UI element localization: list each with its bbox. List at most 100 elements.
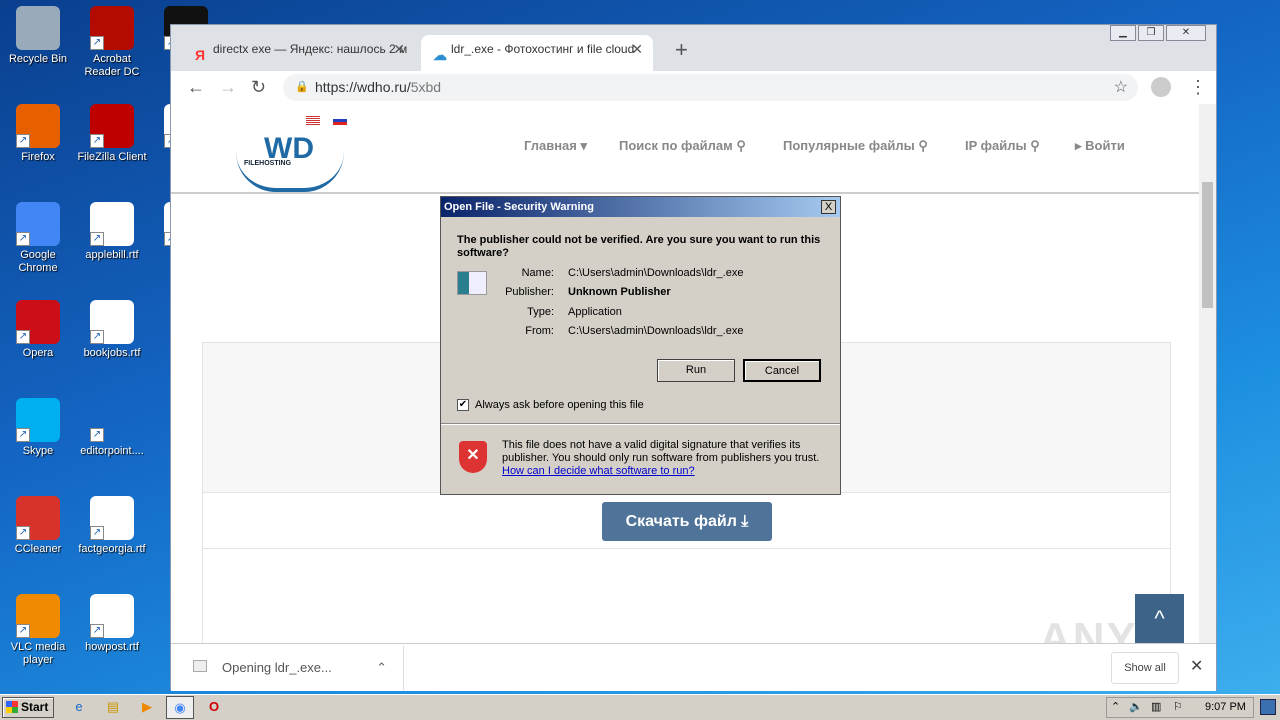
content-row [202, 549, 1171, 643]
site-header: WD FILEHOSTING Главная ▾ Поиск по файлам… [171, 104, 1201, 194]
nav-login[interactable]: ▸ Войти [1075, 138, 1125, 154]
system-tray: ⌃ 🔈 ▥ ⚐ 9:07 PM [1106, 697, 1254, 718]
desktop-icon[interactable]: ↗ howpost.rtf [74, 594, 150, 654]
help-link[interactable]: How can I decide what software to run? [502, 465, 695, 477]
desktop-icon[interactable]: ↗ Acrobat Reader DC [74, 6, 150, 79]
reload-button[interactable]: ↻ [251, 77, 266, 98]
show-desktop-button[interactable] [1260, 699, 1276, 715]
desktop-icon-label: FileZilla Client [77, 151, 147, 163]
desktop-icon-label: applebill.rtf [85, 249, 139, 261]
chrome-taskbar-icon[interactable]: ◉ [166, 696, 194, 719]
window-controls: ▁ ❐ ✕ [1108, 25, 1206, 41]
from-value: C:\Users\admin\Downloads\ldr_.exe [568, 325, 744, 337]
shield-warning-icon: ✕ [459, 441, 487, 473]
dialog-close-button[interactable]: X [821, 200, 836, 214]
ru-flag-icon[interactable] [333, 116, 347, 125]
warning-text: This file does not have a valid digital … [502, 439, 820, 464]
desktop-icon[interactable]: ↗ Google Chrome [0, 202, 76, 275]
close-tab-icon[interactable]: ✕ [393, 35, 405, 63]
show-hidden-icons[interactable]: ⌃ [1111, 698, 1120, 717]
cancel-button[interactable]: Cancel [743, 359, 821, 382]
exe-file-icon [193, 660, 207, 672]
tab-yandex[interactable]: Яdirectx exe — Яндекс: нашлось 2 м ✕ [183, 35, 415, 71]
desktop-icon[interactable]: ↗ Opera [0, 300, 76, 360]
action-center-flag-icon[interactable]: ⚐ [1173, 698, 1183, 717]
desktop-icon[interactable]: ↗ factgeorgia.rtf [74, 496, 150, 556]
shortcut-arrow-icon: ↗ [90, 36, 104, 50]
page-scrollbar[interactable] [1199, 104, 1216, 643]
desktop-icon-label: Recycle Bin [8, 53, 68, 65]
download-item[interactable]: Opening ldr_.exe... ⌃ [179, 646, 404, 690]
desktop-icon-label: Skype [22, 445, 54, 457]
desktop-icon[interactable]: ↗ Firefox [0, 104, 76, 164]
shortcut-arrow-icon: ↗ [90, 624, 104, 638]
maximize-button[interactable]: ❐ [1138, 25, 1164, 41]
us-flag-icon[interactable] [306, 116, 320, 125]
desktop-icon-label: editorpoint.... [80, 445, 144, 457]
shortcut-arrow-icon: ↗ [16, 428, 30, 442]
type-value: Application [568, 306, 622, 318]
profile-avatar[interactable] [1151, 77, 1171, 97]
url-host: https://wdho.ru/ [315, 79, 411, 95]
desktop-icon[interactable]: ↗ Skype [0, 398, 76, 458]
minimize-button[interactable]: ▁ [1110, 25, 1136, 41]
name-value: C:\Users\admin\Downloads\ldr_.exe [568, 267, 744, 279]
back-button[interactable]: ← [187, 77, 205, 98]
desktop-icon[interactable]: Recycle Bin [0, 6, 76, 66]
media-player-icon[interactable]: ▶ [138, 699, 156, 717]
download-file-button[interactable]: Скачать файл ⤓ [602, 502, 772, 541]
desktop-icon-label: howpost.rtf [85, 641, 139, 653]
dialog-question: The publisher could not be verified. Are… [457, 234, 821, 259]
desktop-icon-label: Firefox [21, 151, 55, 163]
desktop-icon[interactable]: ↗ VLC media player [0, 594, 76, 667]
desktop-icon[interactable]: ↗ CCleaner [0, 496, 76, 556]
explorer-icon[interactable]: ▤ [104, 699, 122, 717]
desktop-icon-label: factgeorgia.rtf [78, 543, 146, 555]
clock[interactable]: 9:07 PM [1205, 698, 1246, 717]
close-window-button[interactable]: ✕ [1166, 25, 1206, 41]
opera-icon: ↗ [16, 300, 60, 344]
shortcut-arrow-icon: ↗ [90, 134, 104, 148]
nav-ip-files[interactable]: IP файлы ⚲ [965, 138, 1040, 154]
publisher-value: Unknown Publisher [568, 286, 671, 298]
new-tab-button[interactable]: + [675, 37, 688, 63]
bookmark-star-icon[interactable]: ☆ [1114, 74, 1128, 101]
volume-icon[interactable]: 🔈 [1129, 698, 1143, 717]
shortcut-arrow-icon: ↗ [16, 134, 30, 148]
tab-title: ldr_.exe - Фотохостинг и file cloud [451, 42, 635, 56]
always-ask-checkbox[interactable]: ✔ [457, 399, 469, 411]
scrollbar-thumb[interactable] [1202, 182, 1213, 308]
tab-title: directx exe — Яндекс: нашлось 2 м [213, 42, 408, 56]
start-button[interactable]: Start [2, 697, 54, 718]
shortcut-arrow-icon: ↗ [90, 232, 104, 246]
download-label: Opening ldr_.exe... [222, 660, 332, 675]
menu-icon[interactable]: ⋮ [1189, 77, 1207, 98]
run-button[interactable]: Run [657, 359, 735, 382]
desktop-icon[interactable]: ↗ bookjobs.rtf [74, 300, 150, 360]
nav-search[interactable]: Поиск по файлам ⚲ [619, 138, 746, 154]
show-all-button[interactable]: Show all [1111, 652, 1179, 684]
nav-popular[interactable]: Популярные файлы ⚲ [783, 138, 928, 154]
tab-wdho[interactable]: ☁ ldr_.exe - Фотохостинг и file cloud ✕ [421, 35, 653, 71]
desktop-icon[interactable]: ↗ FileZilla Client [74, 104, 150, 164]
desktop-icon[interactable]: ↗ applebill.rtf [74, 202, 150, 262]
desktop-icon-label: Opera [22, 347, 54, 359]
close-tab-icon[interactable]: ✕ [631, 35, 643, 63]
word-doc-icon: ↗ [90, 300, 134, 344]
network-icon[interactable]: ▥ [1151, 698, 1161, 717]
site-logo[interactable]: WD FILEHOSTING [236, 132, 346, 192]
forward-button[interactable]: → [219, 77, 237, 98]
yandex-favicon-icon: Я [195, 47, 206, 63]
opera-taskbar-icon[interactable]: O [205, 699, 223, 717]
always-ask-label[interactable]: Always ask before opening this file [475, 399, 644, 411]
chrome-icon: ↗ [16, 202, 60, 246]
ie-icon[interactable]: e [70, 699, 88, 717]
close-shelf-icon[interactable]: ✕ [1190, 656, 1203, 676]
desktop-icon[interactable]: ↗ editorpoint.... [74, 398, 150, 458]
logo-swoosh-icon [236, 152, 344, 192]
shortcut-arrow-icon: ↗ [90, 428, 104, 442]
address-bar[interactable]: 🔒 https://wdho.ru/5xbd ☆ [283, 74, 1138, 101]
shortcut-arrow-icon: ↗ [90, 526, 104, 540]
chevron-up-icon[interactable]: ⌃ [376, 646, 387, 690]
nav-home[interactable]: Главная ▾ [524, 138, 587, 154]
